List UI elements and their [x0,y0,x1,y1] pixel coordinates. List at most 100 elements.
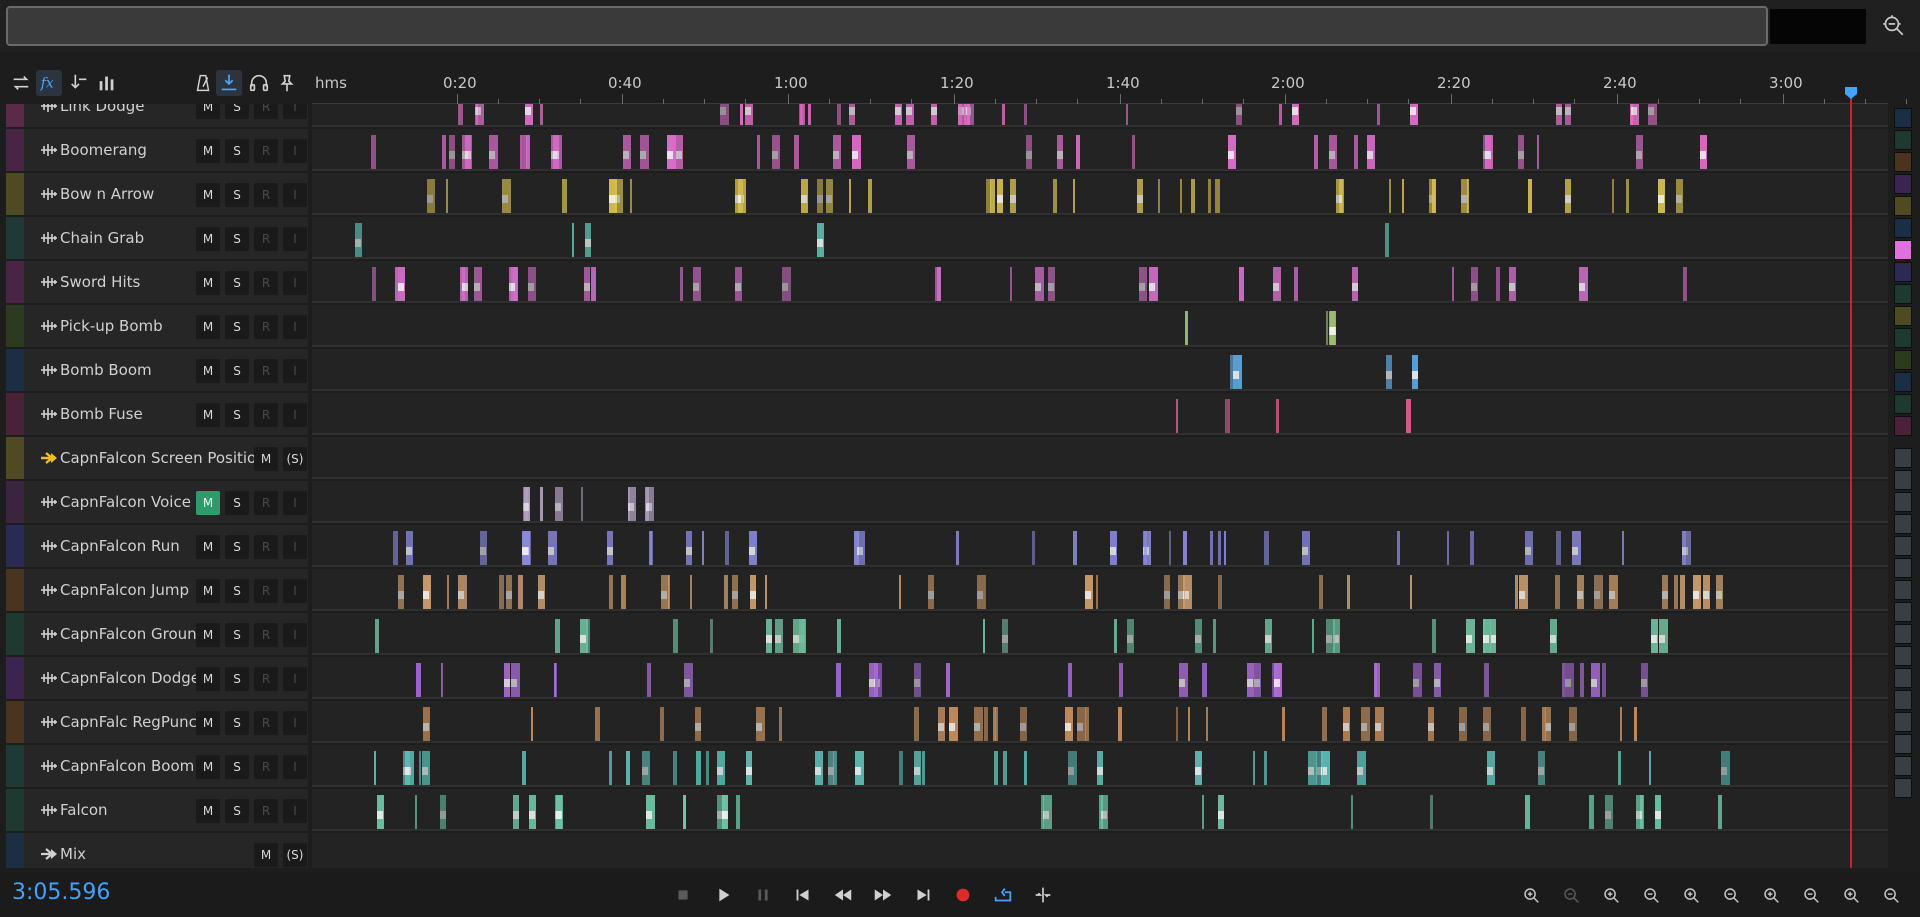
audio-clip[interactable] [766,619,772,653]
audio-clip[interactable] [1057,135,1063,169]
audio-clip[interactable] [799,104,803,125]
audio-clip[interactable] [1218,531,1221,565]
input-monitor-button[interactable]: I [283,491,307,515]
track-header[interactable]: Boomerang M S R I [6,129,308,171]
track-lane[interactable] [312,701,1888,743]
audio-clip[interactable] [717,751,725,785]
record-arm-button[interactable]: R [254,271,278,295]
mute-button[interactable]: M [196,755,220,779]
audio-clip[interactable] [555,619,560,653]
track-header[interactable]: CapnFalcon Dodge M S R I [6,657,308,699]
audio-clip[interactable] [355,223,362,257]
track-color-swatch[interactable] [1894,174,1912,194]
audio-clip[interactable] [1589,795,1594,829]
time-ruler[interactable]: hms 0:20 0:40 1:00 1:20 1:40 2:00 2:20 2:40 3:00 [312,70,1907,104]
audio-clip[interactable] [462,267,468,301]
audio-clip[interactable] [1218,575,1222,609]
solo-button[interactable]: S [225,755,249,779]
track-row[interactable]: CapnFalcon Voice M S R I [0,480,1890,524]
audio-clip[interactable] [626,751,630,785]
track-header[interactable]: Bomb Boom M S R I [6,349,308,391]
track-lane[interactable] [312,393,1888,435]
audio-clip[interactable] [1467,179,1469,213]
audio-clip[interactable] [757,135,760,169]
audio-clip[interactable] [1010,179,1016,213]
audio-clip[interactable] [1357,751,1366,785]
mute-button[interactable]: M [196,799,220,823]
audio-clip[interactable] [513,795,519,829]
mute-button[interactable]: M [196,623,220,647]
audio-clip[interactable] [706,751,709,785]
audio-clip[interactable] [1565,104,1571,125]
audio-clip[interactable] [868,179,872,213]
track-row[interactable]: Bomb Fuse M S R I [0,392,1890,436]
audio-clip[interactable] [855,751,864,785]
track-header[interactable]: Link Dodge M S R I [6,104,308,127]
track-color-swatch[interactable] [1894,690,1912,710]
zoom-to-session-icon[interactable] [1880,12,1908,40]
audio-clip[interactable] [1254,663,1261,697]
audio-clip[interactable] [1085,575,1093,609]
audio-clip[interactable] [745,104,753,125]
audio-clip[interactable] [423,707,430,741]
track-color-tab[interactable] [6,217,24,259]
audio-clip[interactable] [1347,575,1350,609]
input-monitor-button[interactable]: I [283,139,307,163]
audio-clip[interactable] [393,531,398,565]
audio-clip[interactable] [646,487,654,521]
audio-clip[interactable] [528,267,536,301]
audio-clip[interactable] [990,179,995,213]
audio-clip[interactable] [1509,267,1516,301]
audio-clip[interactable] [647,663,651,697]
audio-clip[interactable] [690,575,692,609]
audio-clip[interactable] [1428,707,1434,741]
audio-clip[interactable] [1528,179,1532,213]
audio-clip[interactable] [1202,795,1204,829]
track-header[interactable]: Bow n Arrow M S R I [6,173,308,215]
audio-clip[interactable] [650,531,653,565]
track-lane[interactable] [312,305,1888,347]
track-color-swatch[interactable] [1894,514,1912,534]
track-row[interactable]: Bomb Boom M S R I [0,348,1890,392]
audio-clip[interactable] [815,751,823,785]
track-lane[interactable] [312,349,1888,391]
input-monitor-button[interactable]: I [283,579,307,603]
track-name[interactable]: Mix [60,845,86,863]
stop-icon[interactable] [670,882,696,908]
audio-clip[interactable] [1693,575,1701,609]
track-name[interactable]: CapnFalcon Voice [60,493,191,511]
track-color-swatch[interactable] [1894,284,1912,304]
record-arm-button[interactable]: R [254,755,278,779]
solo-button[interactable]: S [225,535,249,559]
audio-clip[interactable] [1521,707,1526,741]
current-time-display[interactable]: 3:05.596 [12,880,110,905]
audio-clip[interactable] [794,135,799,169]
audio-clip[interactable] [419,751,421,785]
audio-clip[interactable] [1101,795,1108,829]
audio-clip[interactable] [1556,104,1562,125]
audio-clip[interactable] [1412,355,1418,389]
audio-clip[interactable] [1188,707,1190,741]
audio-clip[interactable] [1375,707,1384,741]
track-header[interactable]: CapnFalcon Run M S R I [6,525,308,567]
audio-clip[interactable] [1538,751,1545,785]
record-arm-button[interactable]: R [254,667,278,691]
audio-clip[interactable] [702,531,704,565]
audio-clip[interactable] [1485,135,1493,169]
audio-clip[interactable] [817,179,823,213]
audio-clip[interactable] [974,707,983,741]
audio-clip[interactable] [1274,663,1282,697]
track-color-swatch[interactable] [1894,130,1912,150]
audio-clip[interactable] [628,487,636,521]
track-color-swatch[interactable] [1894,558,1912,578]
record-arm-button[interactable]: R [254,403,278,427]
audio-clip[interactable] [1410,104,1418,125]
audio-clip[interactable] [1466,619,1475,653]
audio-clip[interactable] [1562,663,1565,697]
track-name[interactable]: Chain Grab [60,229,144,247]
audio-clip[interactable] [1572,531,1581,565]
track-color-swatch[interactable] [1894,646,1912,666]
audio-clip[interactable] [506,575,512,609]
audio-clip[interactable] [1210,531,1213,565]
audio-clip[interactable] [732,575,738,609]
